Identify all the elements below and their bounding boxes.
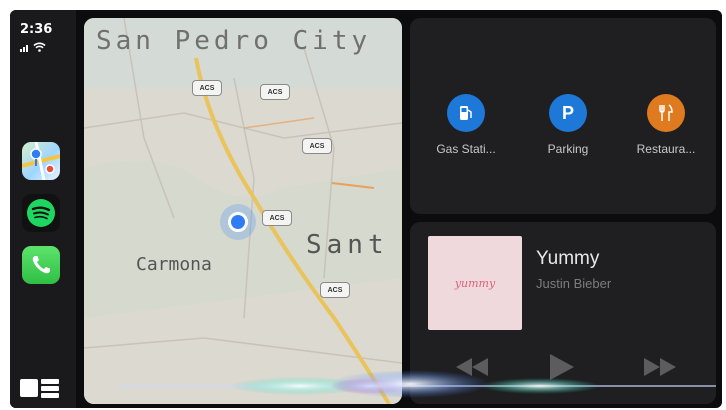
road-shield: ACS (302, 138, 332, 154)
album-art: yummy (428, 236, 522, 330)
dashboard-grid-icon[interactable] (20, 376, 62, 400)
road-shield: ACS (192, 80, 222, 96)
poi-gas-station[interactable]: Gas Stati... (418, 94, 514, 156)
map-label-santa: Sant (306, 230, 389, 260)
phone-app-icon[interactable] (22, 246, 60, 284)
map-label-carmona: Carmona (136, 254, 212, 275)
poi-panel: Gas Stati... P Parking Restaura... (410, 18, 716, 214)
poi-label: Restaura... (636, 142, 696, 156)
play-icon[interactable] (550, 354, 574, 380)
gas-station-icon (447, 94, 485, 132)
map-view[interactable]: San Pedro City Carmona Sant ACS ACS ACS … (84, 18, 402, 404)
maps-app-icon[interactable] (22, 142, 60, 180)
status-icons (20, 42, 46, 52)
restaurant-icon (647, 94, 685, 132)
wifi-icon (33, 42, 46, 52)
song-artist: Justin Bieber (536, 276, 612, 291)
previous-icon[interactable] (456, 358, 488, 376)
spotify-app-icon[interactable] (22, 194, 60, 232)
map-label-san-pedro: San Pedro City (96, 26, 372, 56)
song-title: Yummy (536, 248, 600, 269)
poi-label: Gas Stati... (436, 142, 496, 156)
road-shield: ACS (262, 210, 292, 226)
road-shield: ACS (260, 84, 290, 100)
signal-icon (20, 44, 28, 52)
album-art-text: yummy (454, 276, 496, 290)
sidebar: 2:36 (10, 10, 76, 408)
current-location-icon (220, 204, 256, 240)
poi-parking[interactable]: P Parking (520, 94, 616, 156)
status-time: 2:36 (20, 22, 53, 37)
parking-icon: P (549, 94, 587, 132)
next-icon[interactable] (644, 358, 676, 376)
poi-label: Parking (547, 142, 589, 156)
carplay-screen: 2:36 San Pedro City Carmona Sant ACS ACS… (10, 10, 722, 408)
poi-restaurants[interactable]: Restaura... (618, 94, 714, 156)
road-shield: ACS (320, 282, 350, 298)
now-playing-panel[interactable]: yummy Yummy Justin Bieber (410, 222, 716, 404)
